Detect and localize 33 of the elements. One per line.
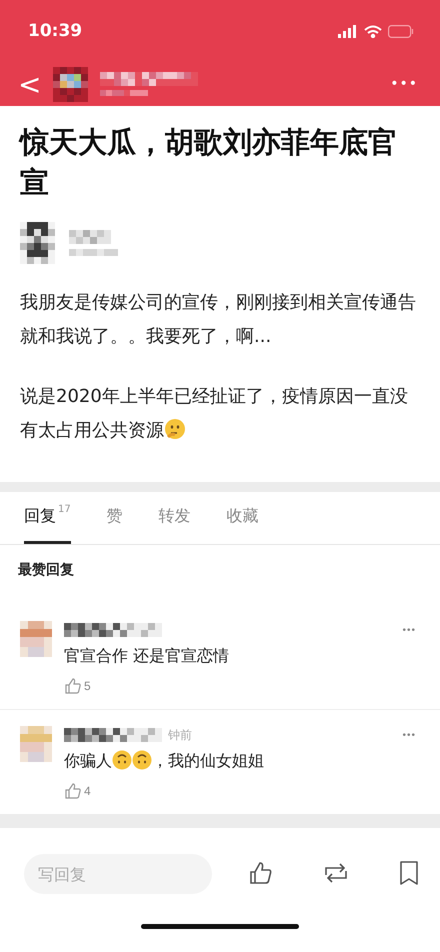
tab[interactable]: 收藏 <box>226 492 259 544</box>
more-button[interactable]: ••• <box>390 76 418 92</box>
wifi-icon <box>364 24 382 38</box>
pixelated-name-drawing <box>69 249 118 256</box>
back-button[interactable]: < <box>18 68 42 100</box>
emoji-icon <box>112 750 132 770</box>
bookmark-button[interactable] <box>398 860 420 888</box>
pixelated-avatar-drawing <box>20 222 55 264</box>
comment-time: 钟前 <box>168 726 192 744</box>
status-time: 10:39 <box>28 21 84 41</box>
pixelated-name-drawing <box>100 90 148 96</box>
comment-text: 官宣合作 还是官宣恋情 <box>64 645 230 667</box>
more-button[interactable]: ••• <box>402 624 416 636</box>
battery-icon <box>388 24 414 38</box>
reply-field[interactable]: 写回复 <box>24 854 212 894</box>
tab[interactable]: 赞 <box>106 492 123 544</box>
post-paragraph: 我朋友是传媒公司的宣传，刚刚接到相关宣传通告就和我说了。。我要死了，啊... <box>20 291 417 349</box>
pixelated-avatar-drawing <box>20 621 52 657</box>
emoji-icon <box>132 750 152 770</box>
more-button[interactable]: ••• <box>402 730 416 740</box>
pixelated-name-drawing <box>69 230 111 244</box>
comment-text: 你骗人 ，我的仙女姐姐 <box>64 749 265 772</box>
post-title: 惊天大瓜，胡歌刘亦菲年底官宣 <box>20 124 398 201</box>
signal-icon <box>338 24 358 38</box>
like-button[interactable]: 5 <box>64 673 91 695</box>
tab[interactable]: 转发 <box>158 492 191 544</box>
pixelated-avatar-drawing <box>53 66 88 102</box>
section-title: 最赞回复 <box>17 561 75 580</box>
post-paragraph: 说是2020年上半年已经扯证了，疫情原因一直没有太占用公共资源 <box>20 385 409 443</box>
pixelated-avatar-drawing <box>20 726 52 762</box>
tab[interactable]: 回复$^{17}$ <box>24 492 71 544</box>
like-button[interactable]: 4 <box>64 778 91 800</box>
emoji-icon <box>164 418 186 440</box>
